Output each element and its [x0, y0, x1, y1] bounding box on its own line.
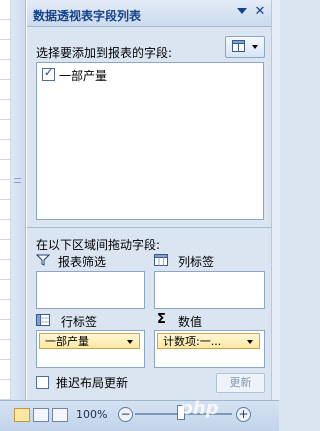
page-layout-view-icon[interactable]	[33, 408, 49, 422]
chevron-down-icon	[252, 45, 258, 49]
values-label: 数值	[178, 315, 203, 329]
section-divider	[27, 227, 272, 228]
layout-icon	[232, 40, 245, 52]
field-checkbox[interactable]	[42, 66, 55, 81]
row-labels-label: 行标签	[61, 315, 98, 329]
pane-splitter[interactable]	[11, 0, 26, 400]
field-list: 一部产量	[36, 62, 264, 220]
column-labels-label: 列标签	[178, 255, 215, 269]
row-icon	[36, 314, 50, 326]
watermark: php	[180, 398, 219, 419]
chevron-down-icon	[127, 340, 133, 344]
field-item[interactable]: 一部产量	[37, 63, 263, 83]
row-field-pill[interactable]: 一部产量	[39, 333, 140, 349]
update-button[interactable]: 更新	[216, 373, 265, 393]
pane-title: 数据透视表字段列表	[33, 9, 142, 23]
close-icon[interactable]: ✕	[253, 4, 267, 20]
right-scroll-strip	[271, 0, 280, 400]
zoom-in-icon[interactable]: +	[236, 407, 251, 422]
filter-icon	[36, 254, 50, 266]
value-field-pill[interactable]: 计数项:一...	[157, 333, 260, 349]
pivot-field-list-pane: 数据透视表字段列表 ✕ 选择要添加到报表的字段: 一部产量 在以下区域间拖动字段…	[26, 0, 272, 400]
field-label: 一部产量	[59, 69, 108, 83]
layout-button[interactable]	[225, 36, 265, 58]
row-field-pill-label: 一部产量	[45, 335, 89, 348]
drag-areas-label: 在以下区域间拖动字段:	[36, 238, 161, 252]
defer-update-checkbox[interactable]	[36, 376, 49, 389]
sigma-icon: Σ	[157, 312, 166, 327]
chevron-down-icon	[247, 340, 253, 344]
page-break-view-icon[interactable]	[52, 408, 68, 422]
normal-view-icon[interactable]	[14, 408, 30, 422]
worksheet-grid-strip	[0, 0, 11, 400]
defer-update-label: 推迟布局更新	[56, 376, 129, 390]
column-icon	[154, 254, 168, 266]
zoom-level: 100%	[76, 408, 108, 421]
status-bar: 100% − +	[0, 400, 279, 431]
zoom-out-icon[interactable]: −	[118, 407, 133, 422]
report-filter-label: 报表筛选	[58, 255, 107, 269]
pane-title-bar: 数据透视表字段列表 ✕	[27, 0, 272, 27]
column-labels-area[interactable]	[154, 271, 265, 309]
chevron-down-icon[interactable]	[237, 8, 247, 14]
values-area[interactable]: 计数项:一...	[154, 330, 265, 368]
value-field-pill-label: 计数项:一...	[163, 335, 222, 348]
row-labels-area[interactable]: 一部产量	[36, 330, 145, 368]
report-filter-area[interactable]	[36, 271, 145, 309]
choose-fields-label: 选择要添加到报表的字段:	[36, 46, 173, 60]
splitter-grip	[14, 178, 21, 183]
